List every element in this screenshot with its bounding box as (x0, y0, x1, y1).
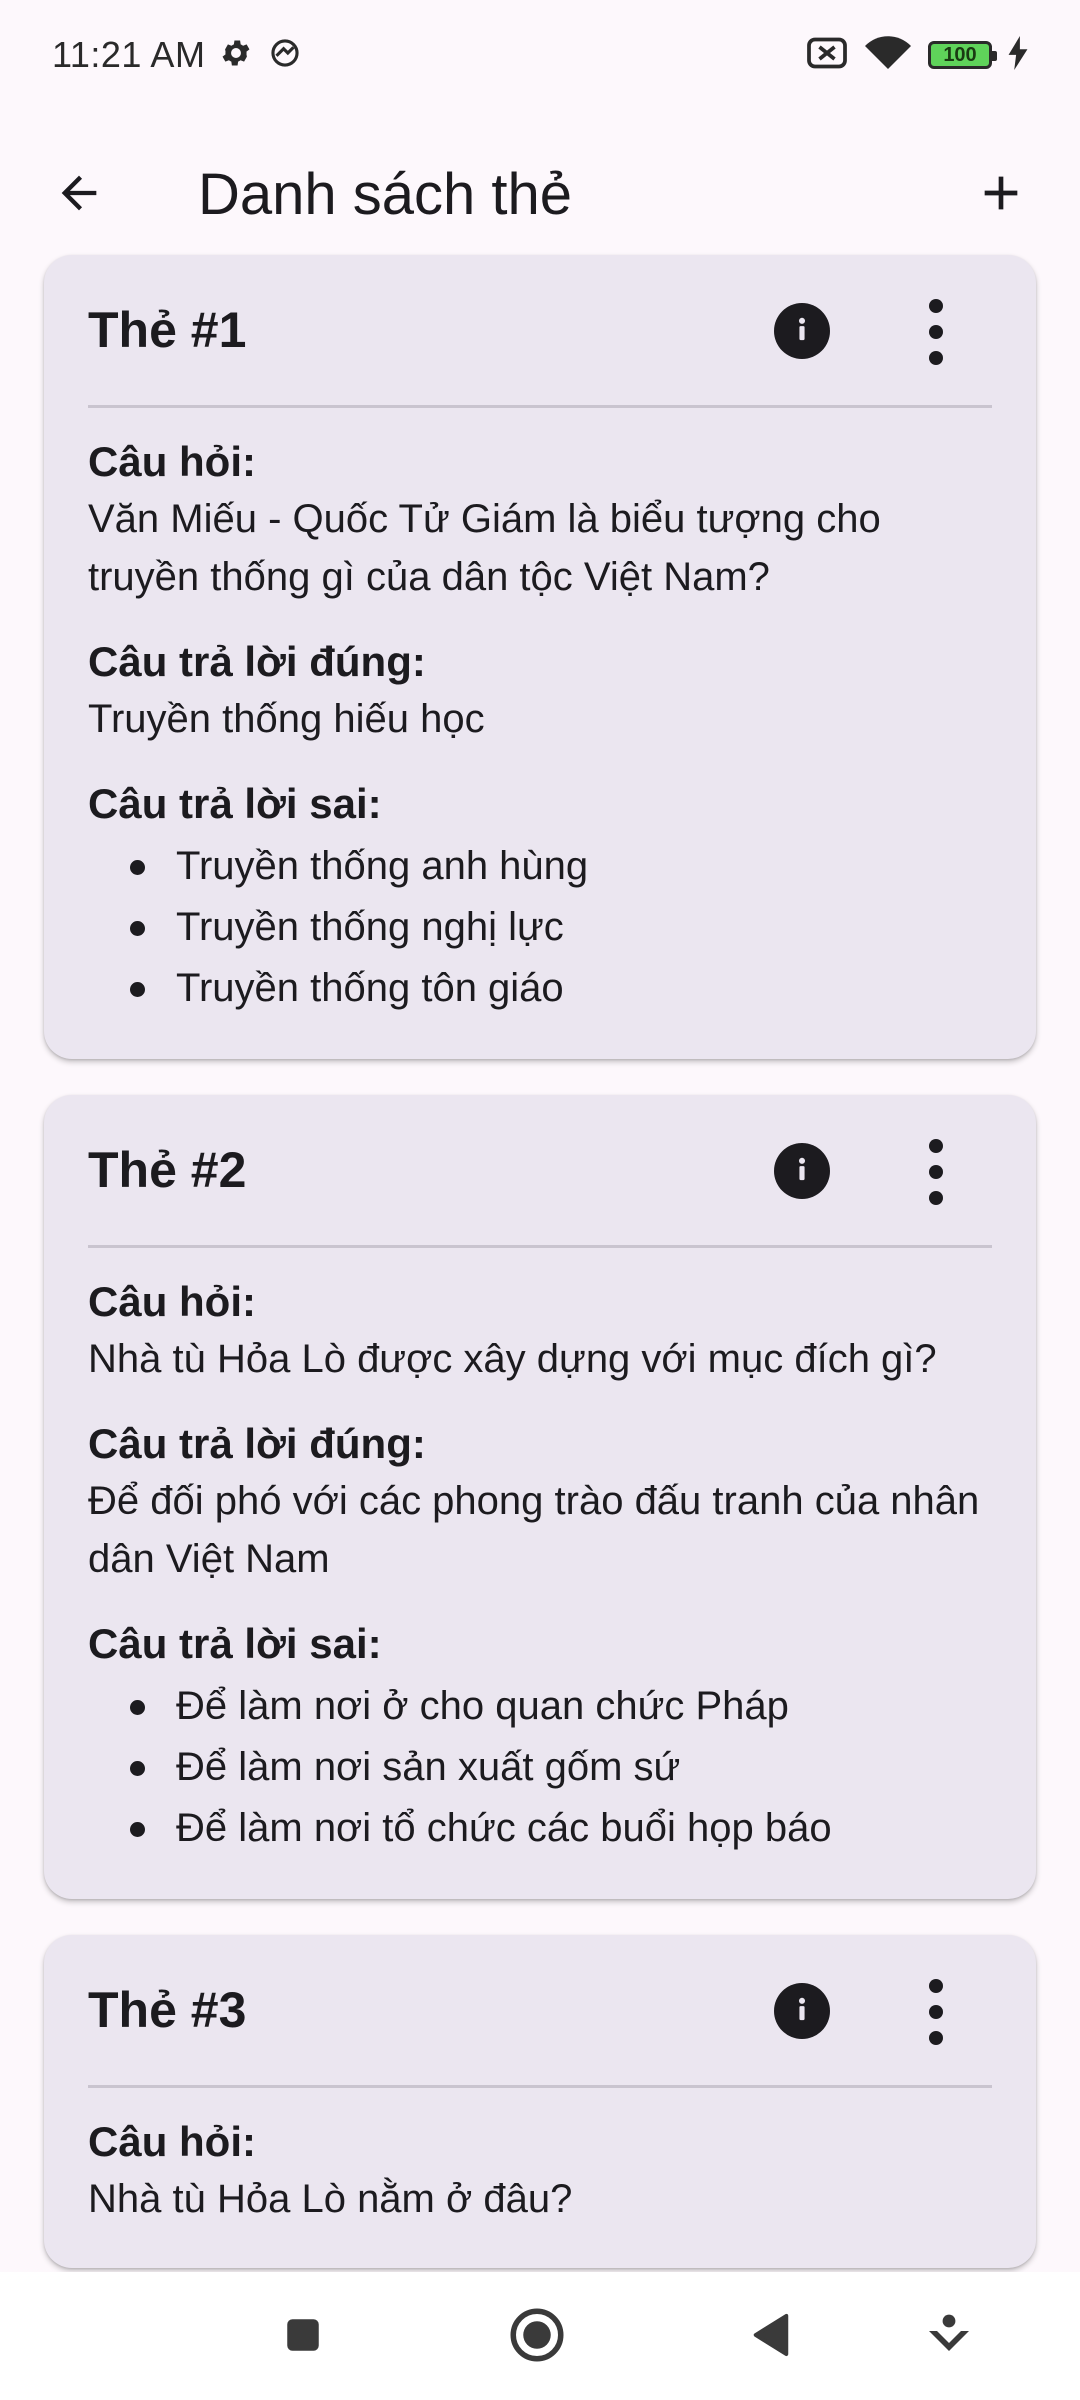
more-options-button[interactable] (916, 1137, 956, 1207)
page-title: Danh sách thẻ (198, 162, 573, 227)
card-title: Thẻ #3 (88, 1982, 247, 2038)
no-sim-icon (806, 36, 848, 75)
charging-icon (1008, 35, 1028, 75)
card-title: Thẻ #1 (88, 302, 247, 358)
plus-icon (973, 165, 1029, 226)
system-back-button[interactable] (736, 2302, 806, 2372)
question-label: Câu hỏi: (88, 1278, 256, 1325)
correct-answer-text: Để đối phó với các phong trào đấu tranh … (88, 1479, 980, 1581)
card-header: Thẻ #2 (88, 1095, 992, 1245)
arrow-back-icon (53, 167, 105, 224)
card[interactable]: Thẻ #1 Câu hỏi: Văn Miếu - Quốc Tử Giám … (44, 255, 1036, 1059)
add-card-button[interactable] (966, 160, 1036, 230)
question-label: Câu hỏi: (88, 438, 256, 485)
wrong-answer-item: Để làm nơi ở cho quan chức Pháp (130, 1676, 992, 1737)
more-options-button[interactable] (916, 1977, 956, 2047)
wrong-answers-list: Truyền thống anh hùng Truyền thống nghị … (88, 836, 992, 1019)
question-text: Văn Miếu - Quốc Tử Giám là biểu tượng ch… (88, 497, 881, 599)
battery-level: 100 (943, 43, 977, 66)
card[interactable]: Thẻ #2 Câu hỏi: Nhà tù Hỏa Lò được xây d… (44, 1095, 1036, 1899)
recents-button[interactable] (268, 2302, 338, 2372)
square-icon (282, 2314, 324, 2361)
assistant-icon (925, 2311, 973, 2364)
back-button[interactable] (44, 160, 114, 230)
wrong-answers-label: Câu trả lời sai: (88, 780, 382, 827)
correct-answer-text: Truyền thống hiếu học (88, 697, 485, 741)
card-list: Thẻ #1 Câu hỏi: Văn Miếu - Quốc Tử Giám … (44, 255, 1036, 2304)
wrong-answer-item: Truyền thống nghị lực (130, 897, 992, 958)
status-bar: 11:21 AM 100 (0, 0, 1080, 110)
question-text: Nhà tù Hỏa Lò được xây dựng với mục đích… (88, 1337, 937, 1381)
card-title: Thẻ #2 (88, 1142, 247, 1198)
vpn-icon (267, 36, 303, 75)
more-vert-icon (929, 1979, 943, 2045)
wrong-answer-item: Truyền thống anh hùng (130, 836, 992, 897)
home-circle-icon (507, 2305, 567, 2370)
more-options-button[interactable] (916, 297, 956, 367)
info-button[interactable] (774, 303, 830, 359)
correct-answer-label: Câu trả lời đúng: (88, 638, 426, 685)
info-icon (788, 315, 816, 348)
status-time: 11:21 AM (52, 34, 206, 75)
question-text: Nhà tù Hỏa Lò nằm ở đâu? (88, 2177, 573, 2221)
wrong-answer-item: Để làm nơi tổ chức các buổi họp báo (130, 1798, 992, 1859)
wrong-answers-list: Để làm nơi ở cho quan chức Pháp Để làm n… (88, 1676, 992, 1859)
info-button[interactable] (774, 1983, 830, 2039)
system-nav-bar (0, 2272, 1080, 2400)
card-body: Câu hỏi: Nhà tù Hỏa Lò nằm ở đâu? (88, 2088, 992, 2268)
wrong-answers-label: Câu trả lời sai: (88, 1620, 382, 1667)
wrong-answer-item: Để làm nơi sản xuất gốm sứ (130, 1737, 992, 1798)
card[interactable]: Thẻ #3 Câu hỏi: Nhà tù Hỏa Lò nằm ở đâu? (44, 1935, 1036, 2268)
battery-icon: 100 (928, 41, 997, 69)
assistant-button[interactable] (914, 2302, 984, 2372)
screen: 11:21 AM 100 Danh sách thẻ Thẻ #1 Câu hỏ… (0, 0, 1080, 2400)
info-button[interactable] (774, 1143, 830, 1199)
card-header: Thẻ #3 (88, 1935, 992, 2085)
back-triangle-icon (750, 2312, 792, 2363)
more-vert-icon (929, 299, 943, 365)
more-vert-icon (929, 1139, 943, 1205)
settings-icon (219, 36, 253, 75)
info-icon (788, 1995, 816, 2028)
card-body: Câu hỏi: Nhà tù Hỏa Lò được xây dựng với… (88, 1248, 992, 1899)
info-icon (788, 1155, 816, 1188)
correct-answer-label: Câu trả lời đúng: (88, 1420, 426, 1467)
card-body: Câu hỏi: Văn Miếu - Quốc Tử Giám là biểu… (88, 408, 992, 1059)
wifi-icon (864, 35, 912, 76)
wrong-answer-item: Truyền thống tôn giáo (130, 958, 992, 1019)
question-label: Câu hỏi: (88, 2118, 256, 2165)
card-header: Thẻ #1 (88, 255, 992, 405)
home-button[interactable] (502, 2302, 572, 2372)
